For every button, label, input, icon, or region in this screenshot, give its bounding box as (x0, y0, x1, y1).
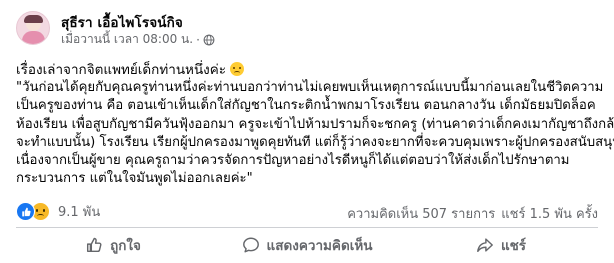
post-meta: เมื่อวานนี้ เวลา 08:00 น. · (61, 30, 215, 49)
comment-button-label: แสดงความคิดเห็น (266, 238, 373, 254)
like-reaction-icon (16, 202, 35, 221)
post-card: สุธีรา เอื้อไพโรจน์กิจ เมื่อวานนี้ เวลา … (0, 0, 614, 263)
sad-face-icon (230, 62, 245, 76)
post-title: เรื่องเล่าจากจิตแพทย์เด็กท่านหนึ่งค่ะ (16, 58, 245, 80)
post-body-line: เนื่องจากเป็นผู้ขาย คุณครูถามว่าควรจัดกา… (16, 153, 570, 169)
post-body: "วันก่อนได้คุยกับคุณครูท่านหนึ่งค่ะท่านบ… (16, 79, 614, 189)
share-count[interactable]: แชร์ 1.5 พัน ครั้ง (501, 203, 598, 224)
divider (16, 227, 598, 228)
post-stats: ความคิดเห็น 507 รายการ แชร์ 1.5 พัน ครั้… (347, 203, 598, 224)
post-body-line: ห้องเรียน เพื่อสูบกัญชามีควันฟุ้งออกมา ค… (16, 116, 614, 132)
share-button[interactable]: แชร์ (404, 230, 598, 260)
author-avatar[interactable] (16, 11, 50, 45)
action-bar: ถูกใจ แสดงความคิดเห็น แชร์ (16, 229, 598, 261)
meta-separator: · (196, 32, 200, 47)
like-icon (87, 237, 102, 253)
post-timestamp[interactable]: เมื่อวานนี้ เวลา 08:00 น. (61, 30, 193, 49)
globe-icon[interactable] (203, 34, 215, 46)
comment-button[interactable]: แสดงความคิดเห็น (210, 230, 404, 260)
post-body-line: เป็นครูของท่าน คือ ตอนเข้าเห็นเด็กใส่กัญ… (16, 98, 596, 114)
post-body-line: จะทำแบบนั้น) โรงเรียน เรียกผู้ปกครองมาพู… (16, 134, 614, 150)
reaction-count[interactable]: 9.1 พัน (58, 201, 100, 222)
like-button-label: ถูกใจ (110, 238, 141, 254)
post-body-line: กระบวนการ แต่ในใจมันพูดไม่ออกเลยค่ะ" (16, 171, 253, 187)
reaction-summary[interactable]: 9.1 พัน (16, 201, 100, 222)
post-title-text: เรื่องเล่าจากจิตแพทย์เด็กท่านหนึ่งค่ะ (16, 62, 227, 78)
like-button[interactable]: ถูกใจ (16, 230, 210, 260)
comment-icon (242, 237, 259, 253)
share-icon (477, 238, 493, 253)
comment-count[interactable]: ความคิดเห็น 507 รายการ (347, 203, 495, 224)
post-body-line: "วันก่อนได้คุยกับคุณครูท่านหนึ่งค่ะท่านบ… (16, 80, 604, 95)
share-button-label: แชร์ (500, 238, 527, 254)
